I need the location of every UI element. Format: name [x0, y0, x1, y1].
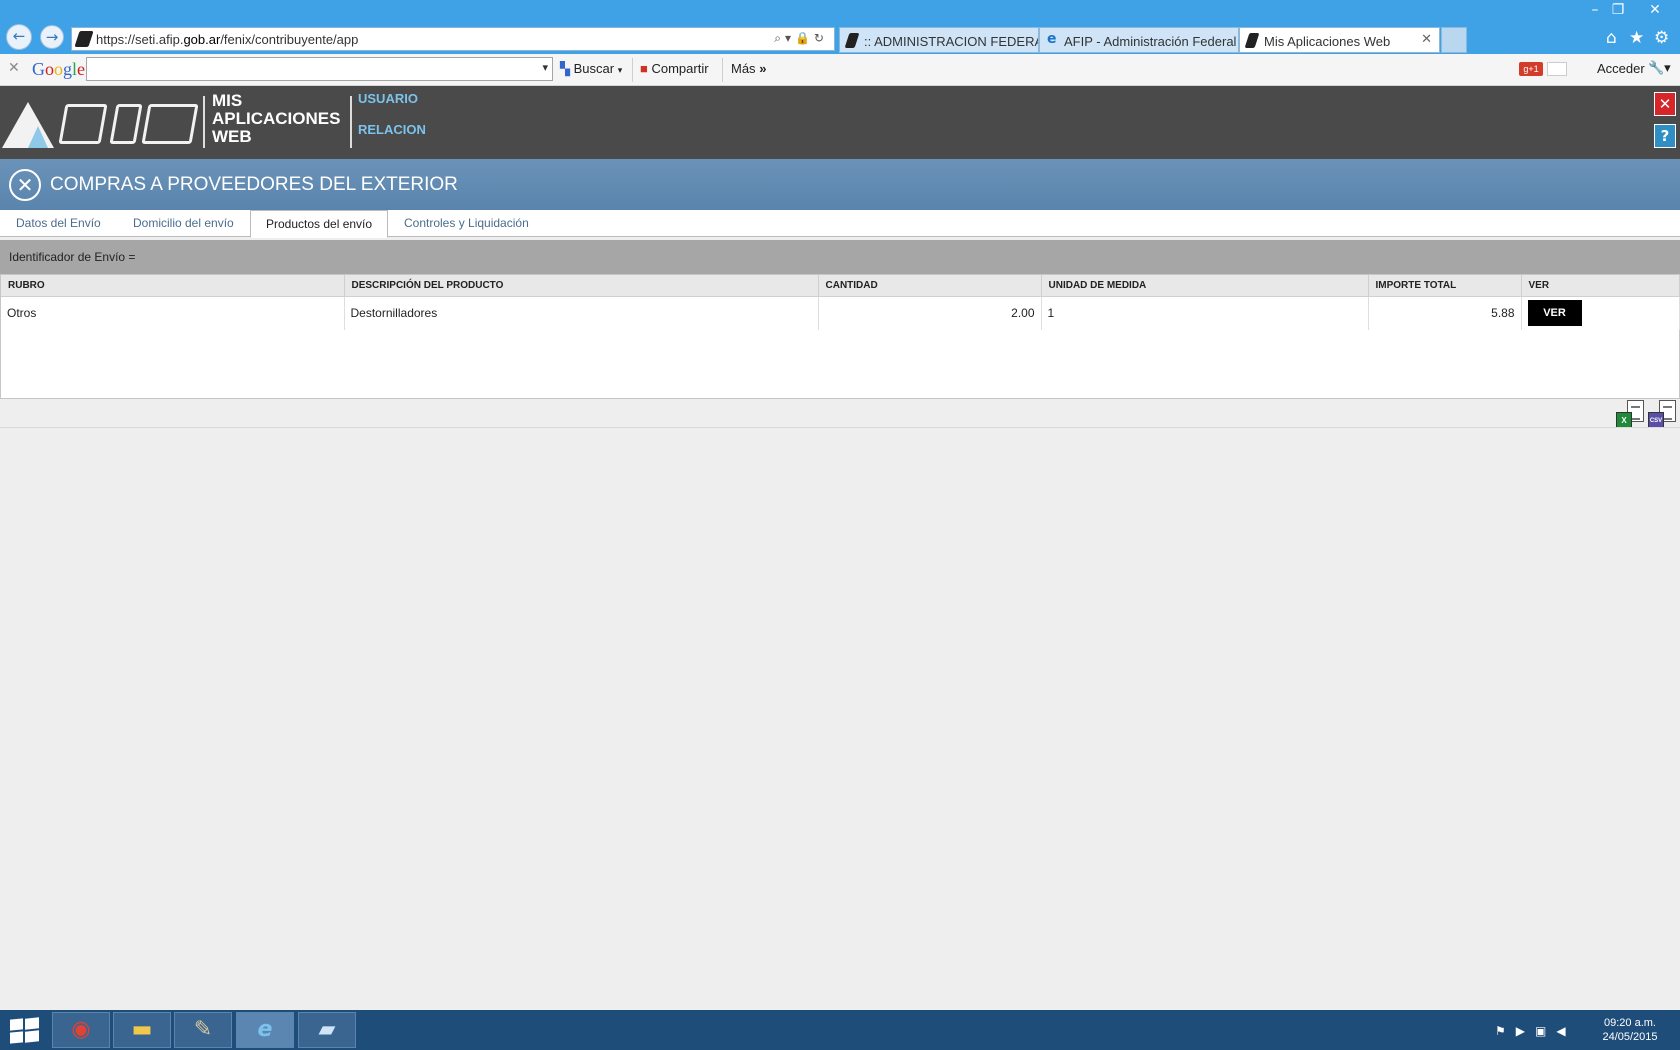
- section-title: COMPRAS A PROVEEDORES DEL EXTERIOR: [50, 174, 458, 195]
- app-close-button[interactable]: ✕: [1654, 92, 1676, 116]
- app-name: MIS APLICACIONES WEB: [212, 91, 341, 146]
- header-divider: [203, 96, 205, 148]
- mas-button[interactable]: Más »: [731, 61, 766, 76]
- usuario-link[interactable]: USUARIO: [358, 91, 418, 106]
- cell-ver: VER: [1521, 296, 1680, 330]
- afip-favicon-icon: [844, 33, 860, 48]
- tab-controles-y-liquidacion[interactable]: Controles y Liquidación: [389, 210, 544, 237]
- internet-explorer-taskbar-icon[interactable]: e: [236, 1012, 294, 1048]
- paint-taskbar-icon[interactable]: ✎: [174, 1012, 232, 1048]
- tab-mis-aplicaciones-web[interactable]: Mis Aplicaciones Web ✕: [1239, 27, 1440, 53]
- column-header-unidad[interactable]: UNIDAD DE MEDIDA: [1041, 275, 1369, 297]
- restore-button[interactable]: ❐: [1603, 0, 1633, 20]
- back-button[interactable]: ←: [6, 24, 32, 50]
- favorites-star-icon[interactable]: ★: [1629, 28, 1644, 48]
- section-header: ✕ COMPRAS A PROVEEDORES DEL EXTERIOR: [0, 159, 1680, 210]
- acceder-button[interactable]: Acceder: [1597, 61, 1645, 76]
- products-table-container: RUBRO DESCRIPCIÓN DEL PRODUCTO CANTIDAD …: [0, 274, 1680, 399]
- address-bar[interactable]: https://seti.afip.gob.ar/fenix/contribuy…: [71, 27, 835, 51]
- cell-importe: 5.88: [1368, 296, 1522, 330]
- toolbar-divider: [632, 58, 633, 82]
- ver-button[interactable]: VER: [1527, 300, 1582, 327]
- address-actions[interactable]: ⌕▾🔒↻: [774, 31, 828, 46]
- tab-productos-del-envio[interactable]: Productos del envío: [250, 210, 389, 238]
- column-header-cantidad[interactable]: CANTIDAD: [818, 275, 1042, 297]
- cell-cantidad: 2.00: [818, 296, 1042, 330]
- back-arrow-icon: ←: [12, 27, 26, 45]
- wrench-icon[interactable]: 🔧▾: [1648, 61, 1671, 76]
- identificador-bar: Identificador de Envío =: [0, 240, 1680, 274]
- csv-export-icon[interactable]: CSV: [1648, 400, 1676, 428]
- compartir-button[interactable]: ■ Compartir: [640, 61, 709, 76]
- google-toolbar: ✕ Google ▾ ▚ Buscar ▾ ■ Compartir Más » …: [0, 54, 1680, 86]
- tab-afip-administracion[interactable]: e AFIP - Administración Federal: [1039, 27, 1239, 53]
- forward-arrow-icon: →: [45, 28, 59, 46]
- cell-rubro: Otros: [1, 296, 345, 330]
- app-header: MIS APLICACIONES WEB USUARIO RELACION ✕ …: [0, 86, 1680, 159]
- afip-favicon-icon: [74, 31, 94, 47]
- file-explorer-taskbar-icon[interactable]: ▬: [113, 1012, 171, 1048]
- settings-gear-icon[interactable]: ⚙: [1654, 28, 1669, 48]
- header-divider: [350, 96, 352, 148]
- chrome-taskbar-icon[interactable]: ◉: [52, 1012, 110, 1048]
- products-table: RUBRO DESCRIPCIÓN DEL PRODUCTO CANTIDAD …: [1, 275, 1680, 330]
- new-tab-button[interactable]: [1441, 27, 1467, 53]
- column-header-descripcion[interactable]: DESCRIPCIÓN DEL PRODUCTO: [344, 275, 819, 297]
- afip-logo: [0, 96, 200, 148]
- browser-titlebar: – ❐ ✕ ← → https://seti.afip.gob.ar/fenix…: [0, 0, 1680, 54]
- address-url: https://seti.afip.gob.ar/fenix/contribuy…: [96, 32, 359, 47]
- export-icons: X CSV: [1616, 400, 1678, 428]
- google-search-input[interactable]: ▾: [86, 57, 553, 81]
- notepad-taskbar-icon[interactable]: ▰: [298, 1012, 356, 1048]
- table-header-row: RUBRO DESCRIPCIÓN DEL PRODUCTO CANTIDAD …: [1, 275, 1680, 297]
- share-icon: ■: [640, 61, 648, 76]
- identificador-label: Identificador de Envío =: [9, 250, 136, 264]
- column-header-rubro[interactable]: RUBRO: [1, 275, 345, 297]
- cell-unidad: 1: [1041, 296, 1369, 330]
- google-plus-icon[interactable]: g+1: [1519, 62, 1543, 76]
- system-tray[interactable]: ⚑▶▣◀: [1495, 1024, 1576, 1038]
- search-colors-icon: ▚: [560, 61, 570, 76]
- toolbar-close-icon[interactable]: ✕: [8, 60, 20, 76]
- column-header-ver: VER: [1521, 275, 1680, 297]
- tab-administracion-federal[interactable]: :: ADMINISTRACION FEDERAL ...: [839, 27, 1039, 53]
- tab-close-icon[interactable]: ✕: [1421, 32, 1432, 47]
- notification-box[interactable]: [1547, 62, 1567, 76]
- home-icon[interactable]: ⌂: [1606, 28, 1617, 48]
- column-header-importe[interactable]: IMPORTE TOTAL: [1368, 275, 1522, 297]
- close-circle-icon[interactable]: ✕: [9, 169, 41, 201]
- excel-export-icon[interactable]: X: [1616, 400, 1644, 428]
- table-row[interactable]: Otros Destornilladores 2.00 1 5.88 VER: [1, 296, 1680, 330]
- start-windows-icon[interactable]: [8, 1017, 40, 1044]
- ie-favicon-icon: e: [1047, 31, 1057, 47]
- taskbar-clock[interactable]: 09:20 a.m. 24/05/2015: [1586, 1016, 1674, 1044]
- chevron-down-icon: ▾: [617, 65, 623, 75]
- windows-taskbar: ◉ ▬ ✎ e ▰ ⚑▶▣◀ 09:20 a.m. 24/05/2015: [0, 1010, 1680, 1050]
- forward-button[interactable]: →: [40, 25, 64, 49]
- tab-domicilio-del-envio[interactable]: Domicilio del envío: [118, 210, 249, 237]
- afip-favicon-icon: [1244, 33, 1260, 48]
- google-logo: Google: [32, 59, 86, 79]
- relacion-link[interactable]: RELACION: [358, 122, 426, 137]
- double-chevron-icon: »: [759, 61, 767, 76]
- cell-descripcion: Destornilladores: [344, 296, 819, 330]
- chevron-down-icon[interactable]: ▾: [542, 61, 548, 74]
- toolbar-divider: [722, 58, 723, 82]
- form-tabs: Datos del Envío Domicilio del envío Prod…: [0, 210, 1680, 238]
- buscar-button[interactable]: ▚ Buscar ▾: [560, 61, 622, 77]
- help-button[interactable]: ?: [1654, 124, 1676, 148]
- tab-datos-del-envio[interactable]: Datos del Envío: [1, 210, 116, 237]
- window-close-button[interactable]: ✕: [1640, 0, 1670, 20]
- divider: [0, 427, 1680, 428]
